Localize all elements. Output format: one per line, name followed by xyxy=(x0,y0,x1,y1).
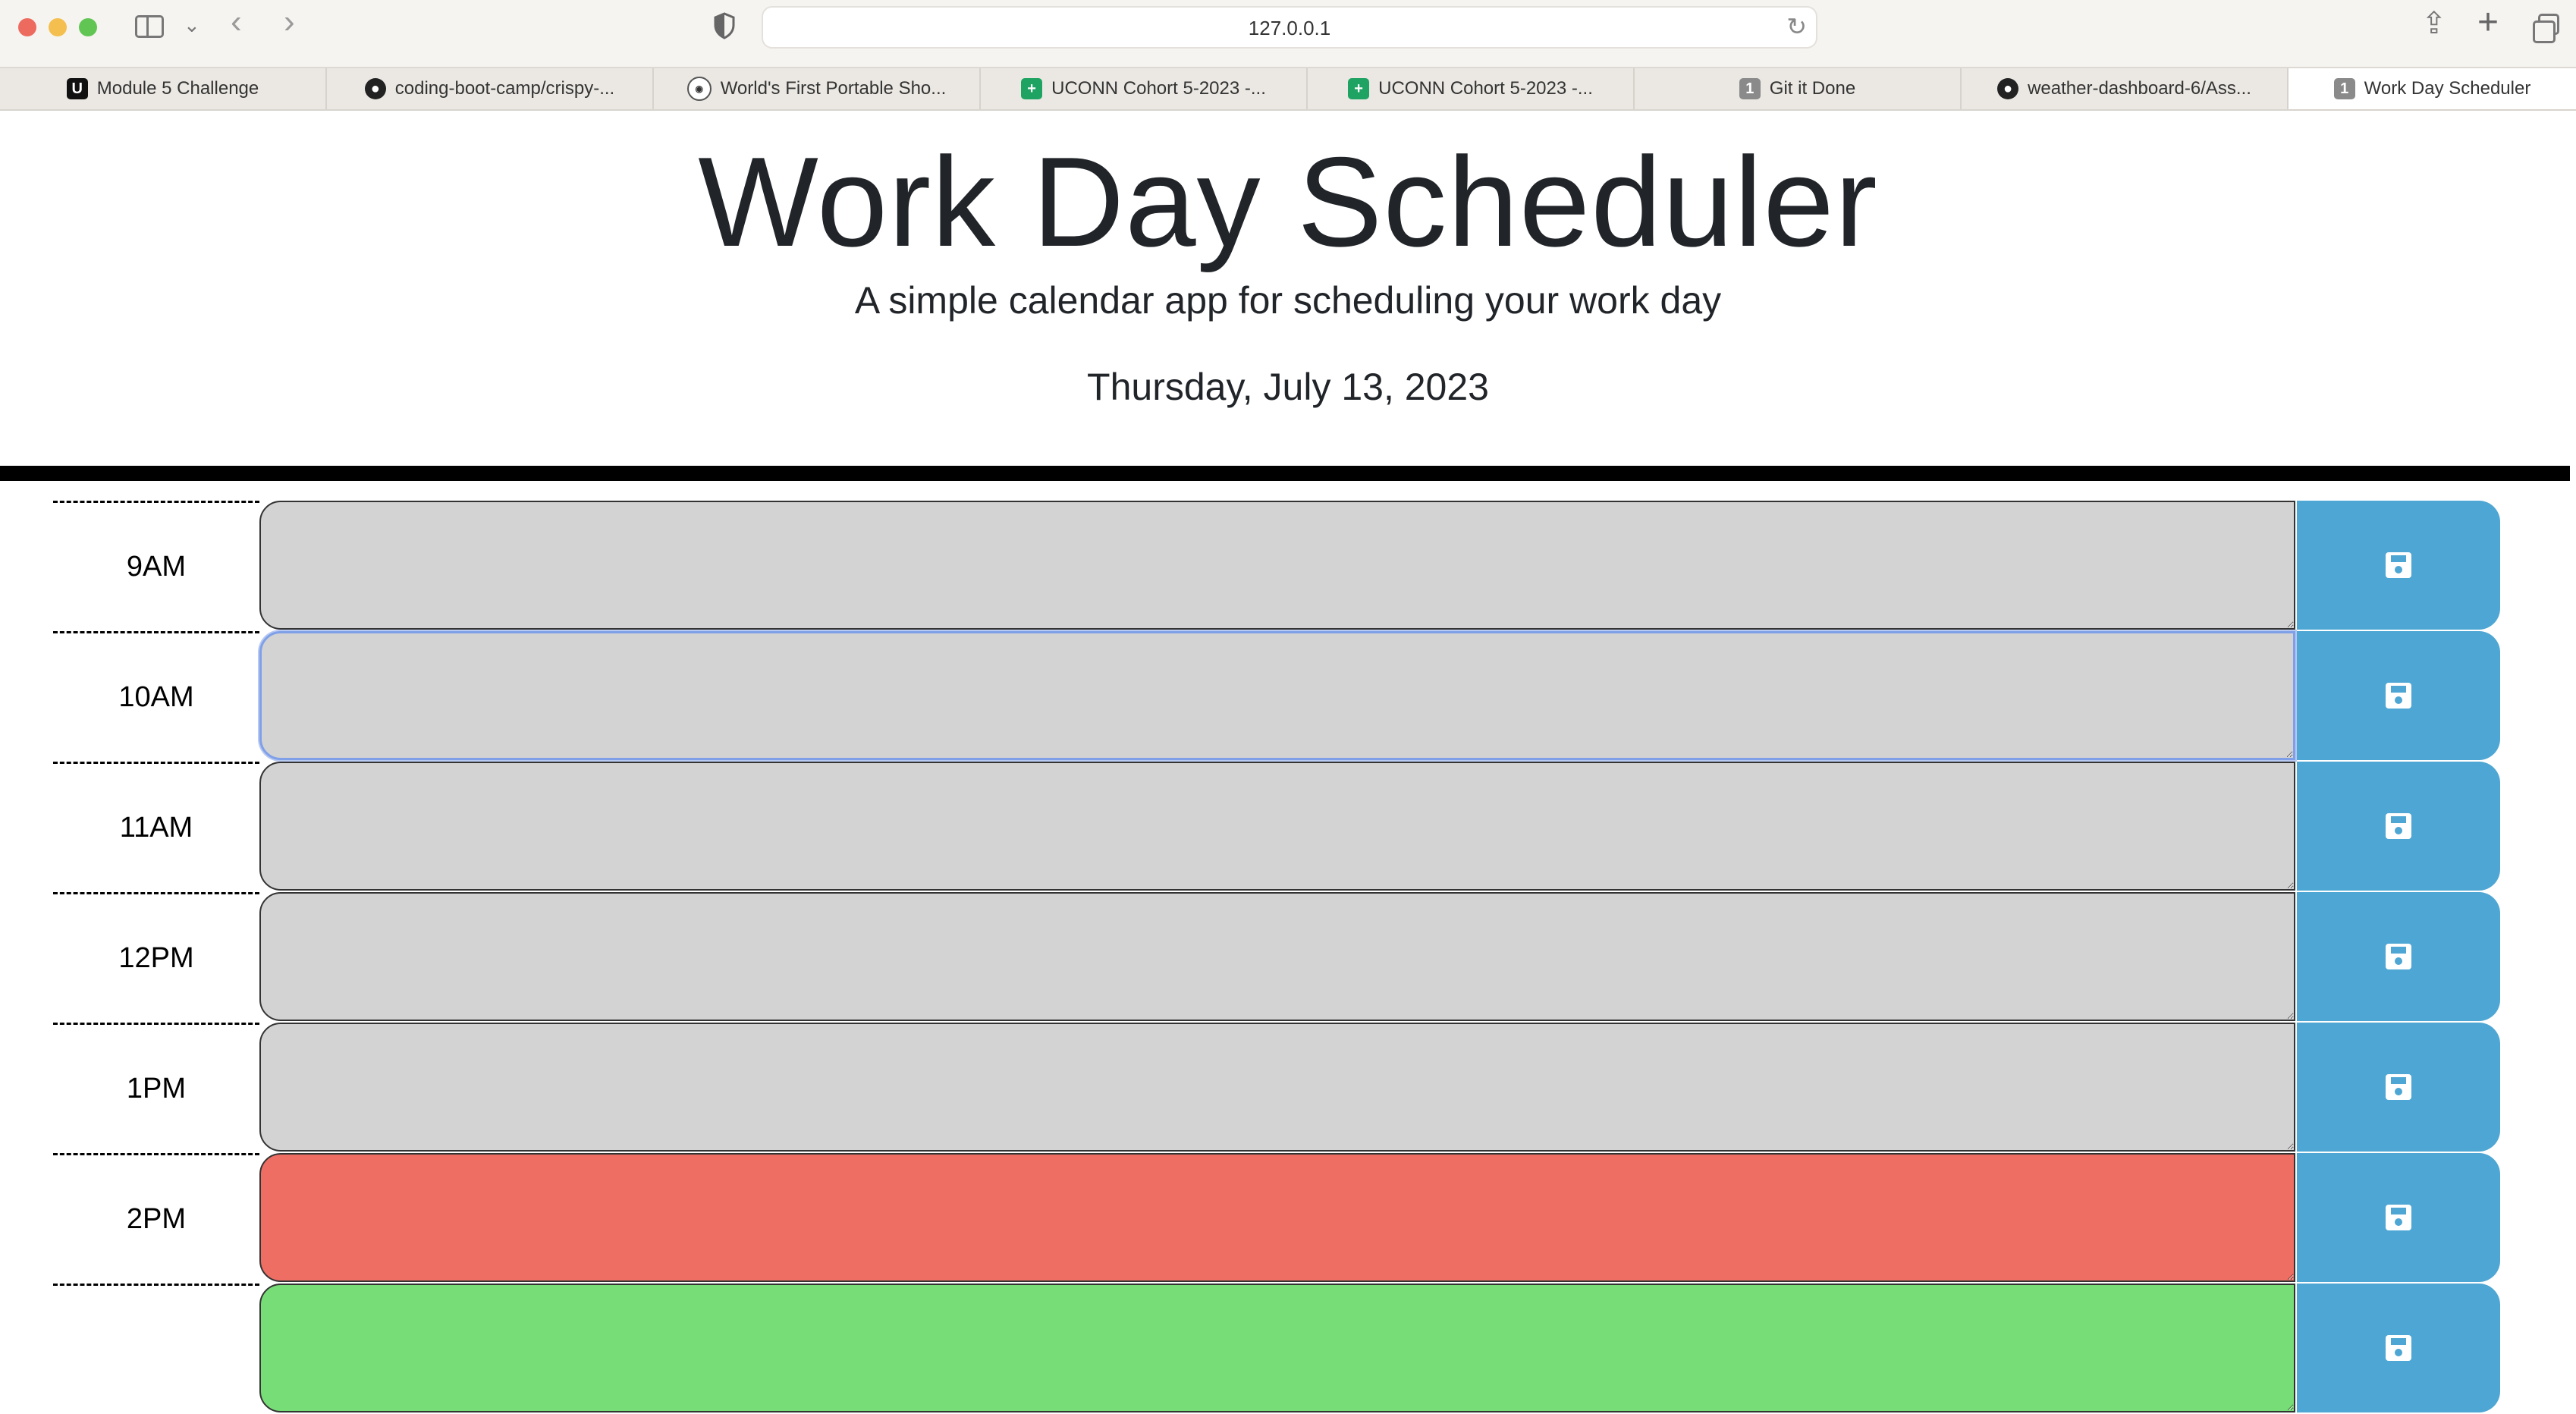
tab-module-5-challenge[interactable]: U Module 5 Challenge xyxy=(0,68,327,109)
sheets-icon: + xyxy=(1021,78,1043,99)
tab-label: UCONN Cohort 5-2023 -... xyxy=(1378,78,1593,99)
description-input[interactable] xyxy=(259,501,2295,630)
new-tab-icon[interactable]: + xyxy=(2477,2,2499,43)
minimize-window-button[interactable] xyxy=(49,18,67,36)
tab-portable-sho[interactable]: ◉ World's First Portable Sho... xyxy=(654,68,981,109)
description-input[interactable] xyxy=(259,892,2295,1021)
tab-overview-icon[interactable] xyxy=(2533,14,2559,43)
hour-label: 11AM xyxy=(53,762,259,892)
share-icon[interactable]: ⇪ xyxy=(2421,6,2447,41)
save-button[interactable] xyxy=(2297,892,2500,1021)
tab-weather-dashboard[interactable]: ● weather-dashboard-6/Ass... xyxy=(1962,68,2289,109)
save-button[interactable] xyxy=(2297,1023,2500,1152)
tab-git-it-done[interactable]: 1 Git it Done xyxy=(1635,68,1962,109)
tab-uconn-cohort-2[interactable]: + UCONN Cohort 5-2023 -... xyxy=(1308,68,1635,109)
time-block-9am: 9AM xyxy=(0,501,2576,631)
save-button[interactable] xyxy=(2297,501,2500,630)
time-block-12pm: 12PM xyxy=(0,892,2576,1023)
close-window-button[interactable] xyxy=(18,18,36,36)
save-button[interactable] xyxy=(2297,1153,2500,1282)
chevron-down-icon[interactable]: ⌄ xyxy=(184,14,200,37)
number-one-icon: 1 xyxy=(2333,78,2355,99)
hour-label: 10AM xyxy=(53,631,259,762)
time-block-10am: 10AM xyxy=(0,631,2576,762)
save-icon xyxy=(2386,552,2411,578)
tab-label: weather-dashboard-6/Ass... xyxy=(2028,78,2251,99)
sidebar-toggle-icon[interactable] xyxy=(135,15,164,38)
forward-arrow-icon[interactable]: › xyxy=(284,3,295,41)
time-block-2pm: 2PM xyxy=(0,1153,2576,1284)
back-arrow-icon[interactable]: ‹ xyxy=(231,3,242,41)
time-block-11am: 11AM xyxy=(0,762,2576,892)
description-input[interactable] xyxy=(259,631,2295,760)
reload-icon[interactable]: ↻ xyxy=(1786,12,1807,41)
description-input[interactable] xyxy=(259,1153,2295,1282)
time-block-1pm: 1PM xyxy=(0,1023,2576,1153)
url-text: 127.0.0.1 xyxy=(1248,17,1331,39)
hour-label: 1PM xyxy=(53,1023,259,1153)
tab-uconn-cohort-1[interactable]: + UCONN Cohort 5-2023 -... xyxy=(981,68,1308,109)
save-icon xyxy=(2386,1074,2411,1100)
tab-work-day-scheduler[interactable]: 1 Work Day Scheduler xyxy=(2289,68,2576,109)
zoom-window-button[interactable] xyxy=(79,18,97,36)
save-icon xyxy=(2386,1205,2411,1230)
page-title: Work Day Scheduler xyxy=(698,130,1878,273)
header-divider xyxy=(0,466,2570,481)
address-bar[interactable]: 127.0.0.1 ↻ xyxy=(762,6,1817,49)
save-icon xyxy=(2386,683,2411,709)
hour-label: 2PM xyxy=(53,1153,259,1284)
u-logo-icon: U xyxy=(66,78,88,99)
save-button[interactable] xyxy=(2297,762,2500,891)
save-icon xyxy=(2386,1335,2411,1361)
hour-label: 12PM xyxy=(53,892,259,1023)
hour-label: 9AM xyxy=(53,501,259,631)
save-button[interactable] xyxy=(2297,631,2500,760)
page-subtitle: A simple calendar app for scheduling you… xyxy=(854,279,1722,322)
tab-label: Module 5 Challenge xyxy=(96,78,259,99)
tab-label: Work Day Scheduler xyxy=(2364,78,2531,99)
current-day: Thursday, July 13, 2023 xyxy=(1087,366,1489,408)
tab-label: coding-boot-camp/crispy-... xyxy=(394,78,615,99)
privacy-shield-icon[interactable] xyxy=(713,12,736,39)
site-icon: ◉ xyxy=(686,77,712,101)
page-content: Work Day Scheduler A simple calendar app… xyxy=(0,111,2576,1412)
save-icon xyxy=(2386,944,2411,969)
tab-coding-boot-camp[interactable]: ● coding-boot-camp/crispy-... xyxy=(327,68,654,109)
tab-bar: U Module 5 Challenge ● coding-boot-camp/… xyxy=(0,67,2576,111)
sheets-icon: + xyxy=(1348,78,1370,99)
github-icon: ● xyxy=(364,78,386,99)
save-icon xyxy=(2386,813,2411,839)
tab-label: UCONN Cohort 5-2023 -... xyxy=(1051,78,1266,99)
number-one-icon: 1 xyxy=(1739,78,1761,99)
github-icon: ● xyxy=(1997,78,2019,99)
tab-label: World's First Portable Sho... xyxy=(720,78,947,99)
tab-label: Git it Done xyxy=(1769,78,1856,99)
description-input[interactable] xyxy=(259,762,2295,891)
description-input[interactable] xyxy=(259,1023,2295,1152)
browser-toolbar: ⌄ ‹ › 127.0.0.1 ↻ ⇪ + xyxy=(0,0,2576,67)
